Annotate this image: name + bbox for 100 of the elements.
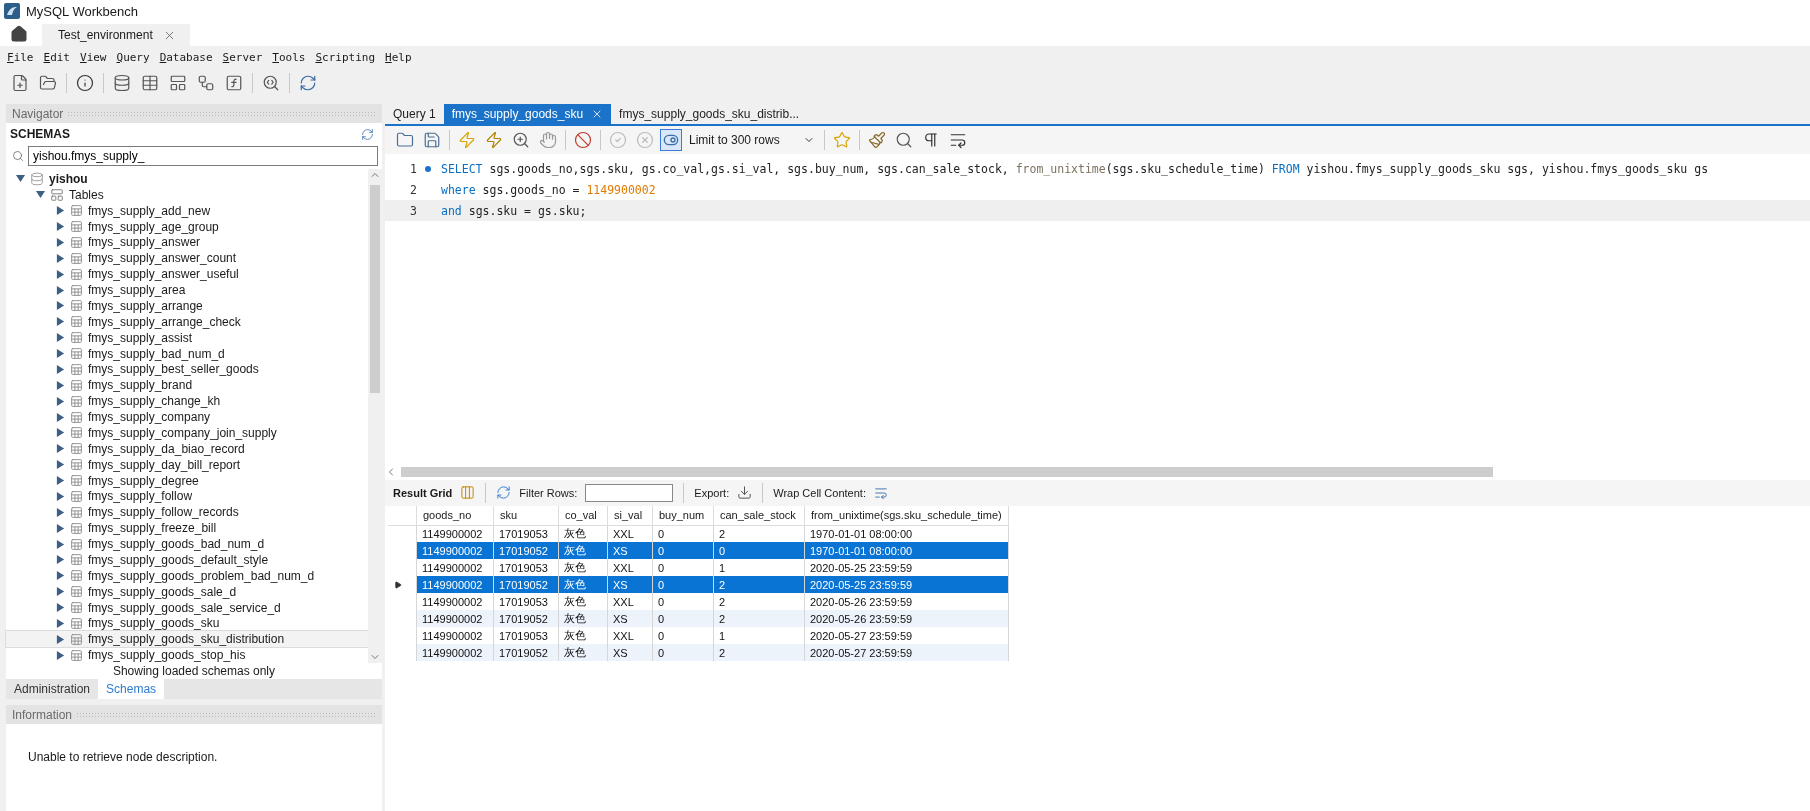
- connection-tab[interactable]: Test_environment: [42, 24, 190, 46]
- search-field[interactable]: yishou.fmys_supply_: [28, 146, 378, 166]
- scrollbar[interactable]: [368, 169, 382, 663]
- tree-item[interactable]: fmys_supply_company: [6, 409, 368, 425]
- expand-arrow-icon[interactable]: [56, 253, 65, 263]
- collapse-arrow-icon[interactable]: [16, 174, 25, 184]
- home-icon: [10, 25, 28, 43]
- expand-arrow-icon[interactable]: [56, 603, 65, 613]
- expand-arrow-icon[interactable]: [56, 650, 65, 660]
- tree-item[interactable]: fmys_supply_goods_default_style: [6, 552, 368, 568]
- expand-arrow-icon[interactable]: [56, 444, 65, 454]
- expand-arrow-icon[interactable]: [56, 206, 65, 216]
- expand-arrow-icon[interactable]: [56, 428, 65, 438]
- column-header[interactable]: co_val: [558, 505, 608, 525]
- tree-item[interactable]: yishou: [6, 171, 368, 187]
- expand-arrow-icon[interactable]: [56, 523, 65, 533]
- expand-arrow-icon[interactable]: [56, 634, 65, 644]
- expand-arrow-icon[interactable]: [56, 222, 65, 232]
- tree-item[interactable]: fmys_supply_goods_sale_d: [6, 583, 368, 600]
- query-tab[interactable]: fmys_supply_goods_sku_distrib...: [611, 104, 808, 124]
- collapse-arrow-icon[interactable]: [36, 190, 45, 200]
- expand-arrow-icon[interactable]: [56, 380, 65, 390]
- column-header[interactable]: si_val: [607, 505, 653, 525]
- expand-arrow-icon[interactable]: [56, 333, 65, 343]
- panel-tab[interactable]: Schemas: [98, 679, 165, 699]
- panel-tab[interactable]: Administration: [6, 679, 99, 699]
- query-tab[interactable]: Query 1: [385, 104, 444, 124]
- tree-item[interactable]: fmys_supply_best_seller_goods: [6, 361, 368, 378]
- expand-arrow-icon[interactable]: [56, 349, 65, 359]
- tree-item[interactable]: fmys_supply_degree: [6, 472, 368, 489]
- tree-item[interactable]: fmys_supply_answer_useful: [6, 266, 368, 283]
- expand-arrow-icon[interactable]: [56, 412, 65, 422]
- line-number: 1: [410, 161, 417, 176]
- table-icon: [70, 489, 83, 503]
- tree-item[interactable]: fmys_supply_answer: [6, 234, 368, 251]
- tree-item[interactable]: fmys_supply_age_group: [6, 218, 368, 235]
- expand-arrow-icon[interactable]: [56, 476, 65, 486]
- column-header[interactable]: sku: [493, 505, 559, 525]
- expand-arrow-icon[interactable]: [56, 618, 65, 628]
- expand-arrow-icon[interactable]: [56, 539, 65, 549]
- tree-item[interactable]: fmys_supply_goods_stop_his: [6, 647, 368, 664]
- result-grid-tab[interactable]: Result Grid: [393, 486, 453, 499]
- menu-item[interactable]: Edit: [38, 50, 75, 64]
- tree-item[interactable]: fmys_supply_da_biao_record: [6, 440, 368, 457]
- tree-item[interactable]: fmys_supply_day_bill_report: [6, 456, 368, 473]
- tree-item[interactable]: fmys_supply_goods_sku_distribution: [6, 631, 368, 648]
- menu-item[interactable]: File: [2, 50, 39, 64]
- menu-item[interactable]: Server: [217, 50, 268, 64]
- column-header[interactable]: goods_no: [416, 505, 494, 525]
- tree-item[interactable]: fmys_supply_goods_sale_service_d: [6, 599, 368, 616]
- table-cell: 0: [652, 644, 714, 661]
- tree-item[interactable]: fmys_supply_arrange: [6, 298, 368, 314]
- expand-arrow-icon[interactable]: [56, 571, 65, 581]
- expand-arrow-icon[interactable]: [56, 285, 65, 295]
- menu-item[interactable]: Query: [111, 50, 155, 64]
- query-tab[interactable]: fmys_supply_goods_sku: [443, 104, 612, 124]
- tree-item[interactable]: fmys_supply_assist: [6, 329, 368, 346]
- table-cell: 1149900002: [416, 644, 494, 661]
- expand-arrow-icon[interactable]: [56, 301, 65, 311]
- expand-arrow-icon[interactable]: [56, 269, 65, 279]
- tree-item[interactable]: fmys_supply_bad_num_d: [6, 345, 368, 362]
- tree-item[interactable]: Tables: [6, 186, 368, 203]
- column-header[interactable]: can_sale_stock: [713, 505, 805, 525]
- table-icon: [70, 251, 83, 265]
- expand-arrow-icon[interactable]: [56, 317, 65, 327]
- code-line: SELECT sgs.goods_no,sgs.sku, gs.co_val,gs.si_val, sgs.buy_num, sgs.can_sale_stock, from_unixtime(sgs.sku_schedule_time) FROM yishou.fmys_supply_goods_sku sgs, yishou.fmys_goods_sku gs: [441, 161, 1709, 176]
- tree-item[interactable]: fmys_supply_goods_bad_num_d: [6, 536, 368, 552]
- expand-arrow-icon[interactable]: [56, 460, 65, 470]
- menu-item[interactable]: View: [75, 50, 112, 64]
- table-icon: [70, 204, 83, 218]
- tree-item[interactable]: fmys_supply_add_new: [6, 202, 368, 219]
- expand-arrow-icon[interactable]: [56, 396, 65, 406]
- expand-arrow-icon[interactable]: [56, 491, 65, 501]
- expand-arrow-icon[interactable]: [56, 555, 65, 565]
- expand-arrow-icon[interactable]: [56, 507, 65, 517]
- expand-arrow-icon[interactable]: [56, 237, 65, 247]
- tree-item[interactable]: fmys_supply_goods_problem_bad_num_d: [6, 567, 368, 584]
- table-icon: [70, 426, 83, 440]
- tree-item[interactable]: fmys_supply_arrange_check: [6, 313, 368, 330]
- tree-item[interactable]: fmys_supply_goods_sku: [6, 615, 368, 632]
- expand-arrow-icon[interactable]: [56, 364, 65, 374]
- refresh-icon: [361, 127, 374, 141]
- tree-item[interactable]: fmys_supply_answer_count: [6, 250, 368, 267]
- menu-item[interactable]: Tools: [267, 50, 311, 64]
- menu-item[interactable]: Help: [380, 50, 417, 64]
- tree-item[interactable]: fmys_supply_brand: [6, 377, 368, 394]
- tree-item[interactable]: fmys_supply_freeze_bill: [6, 520, 368, 537]
- menu-item[interactable]: Scripting: [310, 50, 381, 64]
- column-header[interactable]: buy_num: [652, 505, 714, 525]
- table-icon: [70, 299, 83, 313]
- tree-item[interactable]: fmys_supply_area: [6, 282, 368, 298]
- expand-arrow-icon[interactable]: [56, 587, 65, 597]
- tree-item[interactable]: fmys_supply_follow: [6, 488, 368, 505]
- menu-item[interactable]: Database: [154, 50, 218, 64]
- autocommit-toggle[interactable]: [660, 129, 682, 151]
- tree-item[interactable]: fmys_supply_change_kh: [6, 393, 368, 410]
- filter-field[interactable]: [585, 483, 674, 502]
- tree-item[interactable]: fmys_supply_follow_records: [6, 504, 368, 521]
- column-header[interactable]: from_unixtime(sgs.sku_schedule_time): [804, 505, 1009, 525]
- tree-item[interactable]: fmys_supply_company_join_supply: [6, 425, 368, 441]
